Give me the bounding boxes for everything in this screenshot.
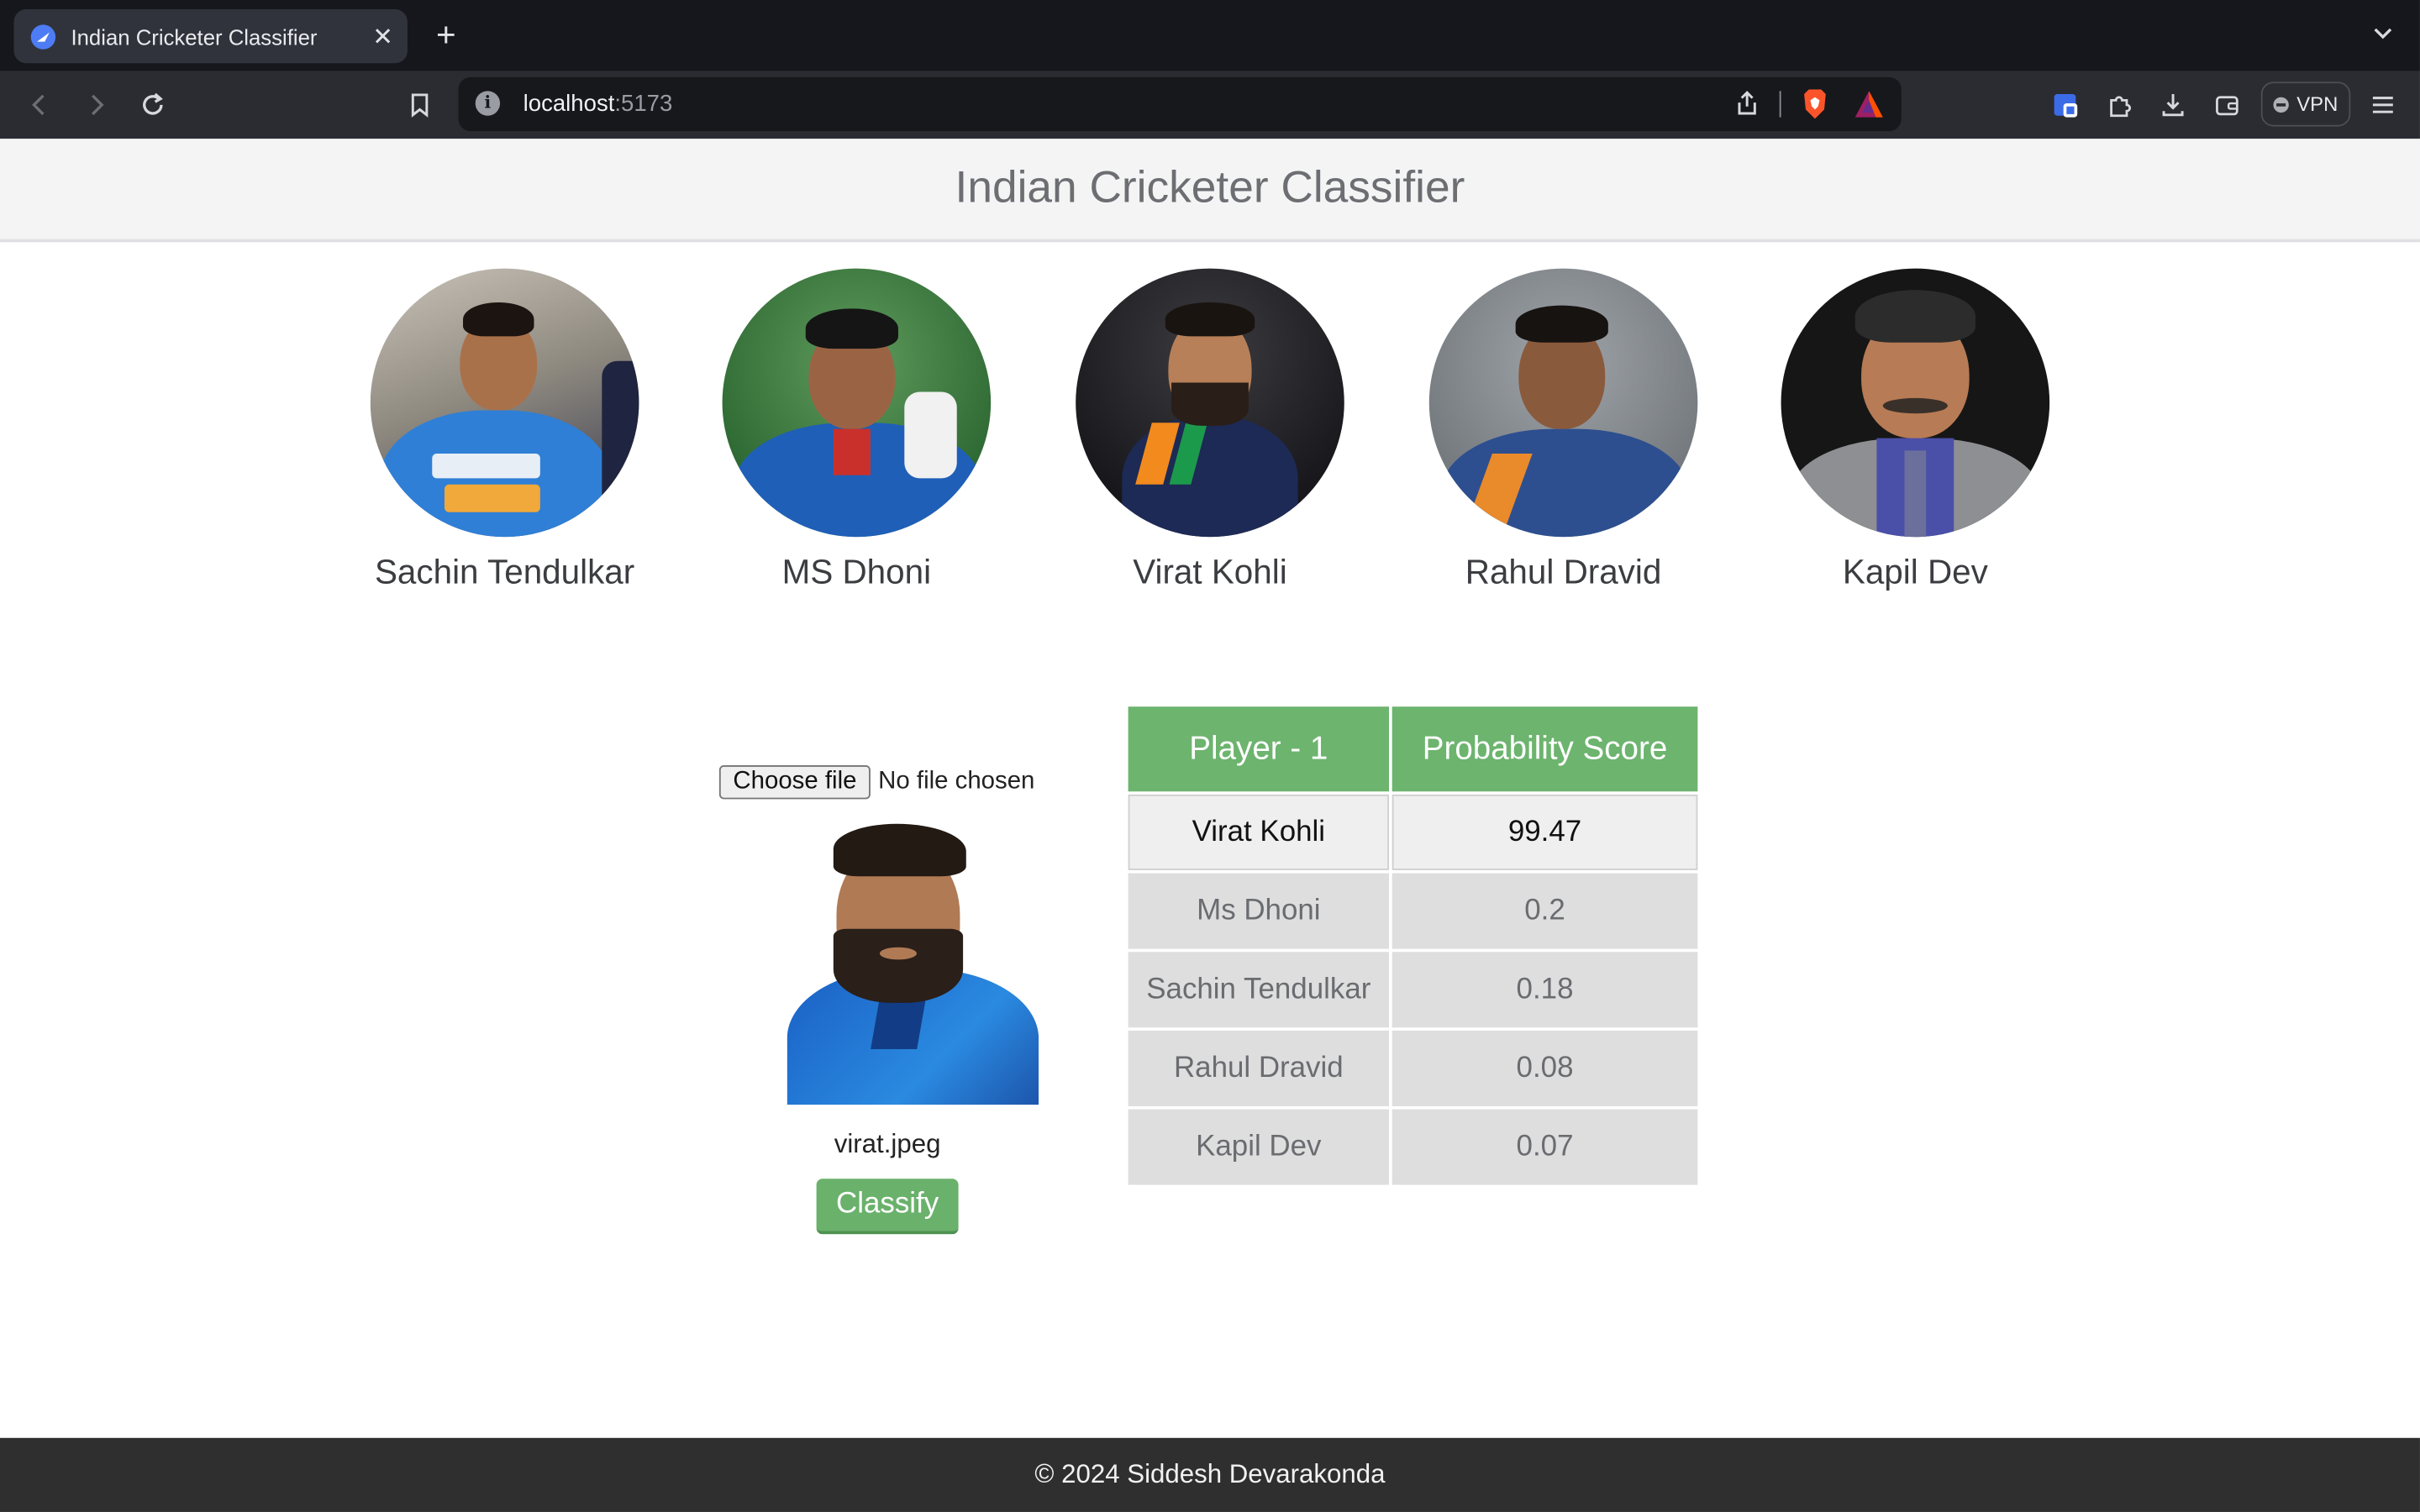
browser-tab[interactable]: Indian Cricketer Classifier ✕ — [13, 9, 408, 64]
address-bar[interactable]: i localhost:5173 — [458, 76, 1902, 132]
page-content: Indian Cricketer Classifier Sachin Tendu… — [0, 139, 2420, 1512]
table-row: Kapil Dev 0.07 — [1128, 1109, 1698, 1185]
player-card: MS Dhoni — [722, 268, 992, 593]
bitwarden-extension-icon[interactable] — [2048, 88, 2081, 122]
score-cell: 0.08 — [1392, 1030, 1698, 1106]
share-icon[interactable] — [1733, 90, 1761, 118]
footer-text: © 2024 Siddesh Devarakonda — [1034, 1459, 1386, 1489]
table-row: Sachin Tendulkar 0.18 — [1128, 952, 1698, 1028]
extensions-puzzle-icon[interactable] — [2102, 88, 2136, 122]
upload-panel: Choose file No file chosen virat.jpeg Cl… — [718, 765, 1040, 1235]
player-name: Virat Kohli — [1133, 552, 1287, 591]
player-avatar — [722, 268, 992, 538]
browser-toolbar: i localhost:5173 VPN — [0, 71, 2420, 139]
classify-button[interactable]: Classify — [816, 1179, 959, 1235]
tab-title: Indian Cricketer Classifier — [71, 24, 318, 49]
player-card: Rahul Dravid — [1428, 268, 1698, 593]
table-row: Ms Dhoni 0.2 — [1128, 873, 1698, 949]
player-cell: Rahul Dravid — [1128, 1030, 1390, 1106]
score-cell: 99.47 — [1392, 794, 1698, 870]
player-name: Kapil Dev — [1842, 552, 1988, 591]
site-favicon-icon — [30, 24, 56, 49]
player-cell: Ms Dhoni — [1128, 873, 1390, 949]
player-avatar — [370, 268, 639, 538]
player-card: Kapil Dev — [1781, 268, 2050, 593]
score-cell: 0.2 — [1392, 873, 1698, 949]
reload-icon[interactable] — [136, 88, 170, 122]
player-avatar — [1781, 268, 2050, 538]
player-card: Virat Kohli — [1076, 268, 1344, 593]
column-header-score: Probability Score — [1392, 706, 1698, 792]
score-cell: 0.07 — [1392, 1109, 1698, 1185]
menu-icon[interactable] — [2366, 88, 2400, 122]
new-tab-icon[interactable]: + — [429, 18, 463, 52]
player-name: Rahul Dravid — [1465, 552, 1662, 591]
player-gallery: Sachin Tendulkar MS Dhoni Virat Kohli Ra… — [0, 268, 2420, 608]
player-cell: Virat Kohli — [1128, 794, 1390, 870]
table-header-row: Player - 1 Probability Score — [1128, 706, 1698, 792]
page-footer: © 2024 Siddesh Devarakonda — [0, 1437, 2420, 1512]
table-row: Virat Kohli 99.47 — [1128, 794, 1698, 870]
vpn-label: VPN — [2296, 92, 2338, 116]
player-cell: Sachin Tendulkar — [1128, 952, 1390, 1028]
url-port: :5173 — [614, 91, 673, 118]
score-cell: 0.18 — [1392, 952, 1698, 1028]
player-name: Sachin Tendulkar — [374, 552, 635, 591]
choose-file-button[interactable]: Choose file — [718, 765, 871, 800]
wallet-icon[interactable] — [2210, 88, 2244, 122]
results-table: Player - 1 Probability Score Virat Kohli… — [1125, 704, 1701, 1189]
back-icon[interactable] — [24, 88, 57, 122]
url-host: localhost — [523, 91, 615, 118]
table-row: Rahul Dravid 0.08 — [1128, 1030, 1698, 1106]
player-card: Sachin Tendulkar — [370, 268, 639, 593]
browser-tab-bar: Indian Cricketer Classifier ✕ + — [0, 0, 2420, 71]
brave-shields-icon[interactable] — [1800, 88, 1831, 121]
player-cell: Kapil Dev — [1128, 1109, 1390, 1185]
site-info-icon[interactable]: i — [475, 91, 501, 116]
page-title: Indian Cricketer Classifier — [955, 163, 1465, 213]
player-avatar — [1428, 268, 1698, 538]
brave-rewards-icon[interactable] — [1854, 90, 1885, 119]
player-avatar — [1076, 268, 1344, 538]
forward-icon[interactable] — [79, 88, 113, 122]
file-status: No file chosen — [878, 768, 1035, 795]
url-text: localhost:5173 — [523, 91, 673, 117]
address-bar-divider — [1779, 91, 1781, 118]
uploaded-image-preview — [786, 821, 1039, 1105]
page-header: Indian Cricketer Classifier — [0, 139, 2420, 243]
vpn-status-icon — [2273, 96, 2290, 113]
uploaded-file-name: virat.jpeg — [834, 1129, 941, 1159]
vpn-button[interactable]: VPN — [2260, 81, 2351, 127]
column-header-player: Player - 1 — [1128, 706, 1390, 792]
player-name: MS Dhoni — [781, 552, 932, 591]
downloads-icon[interactable] — [2156, 88, 2190, 122]
file-input[interactable]: Choose file No file chosen — [718, 765, 1040, 800]
tab-list-chevron-down-icon[interactable] — [2370, 22, 2395, 46]
bookmark-icon[interactable] — [402, 88, 436, 122]
close-tab-icon[interactable]: ✕ — [367, 21, 398, 52]
